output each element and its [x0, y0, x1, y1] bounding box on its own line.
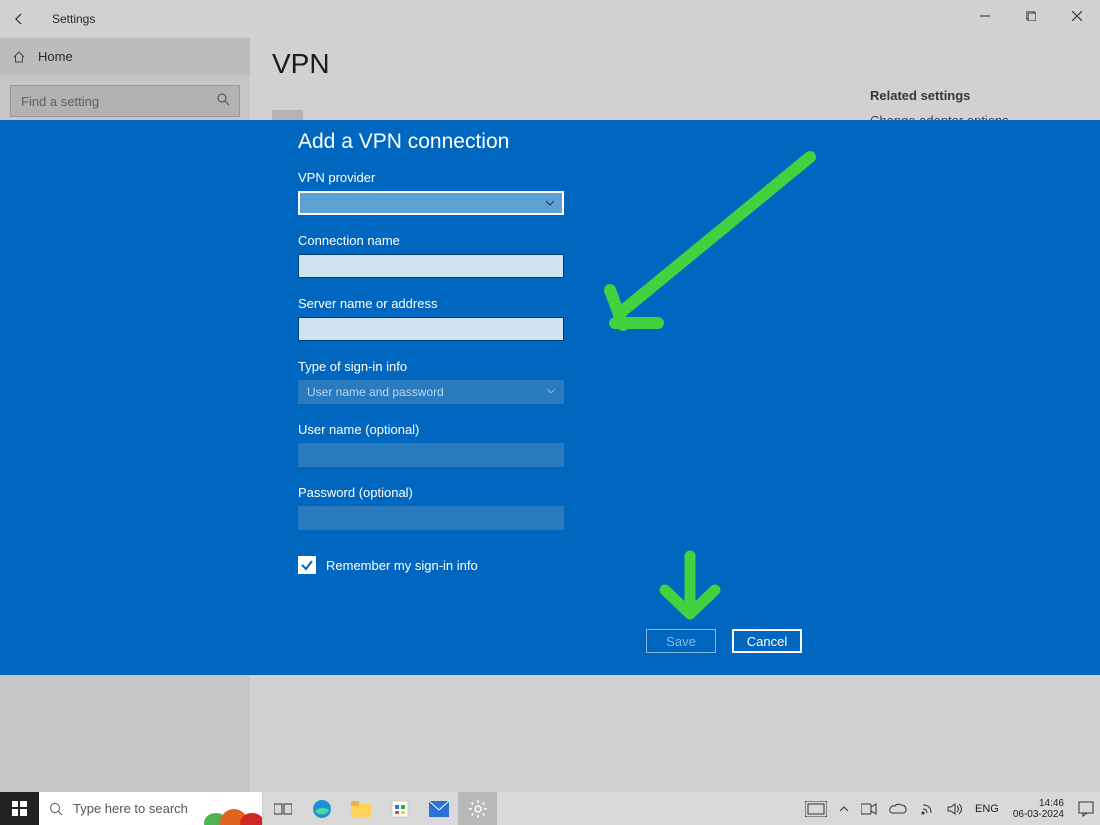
tray-overflow[interactable] — [835, 792, 853, 825]
chevron-down-icon — [545, 385, 557, 397]
taskbar-app-store[interactable] — [380, 792, 419, 825]
tray-language[interactable]: ENG — [971, 792, 1003, 825]
gear-icon — [469, 800, 487, 818]
taskbar-app-settings[interactable] — [458, 792, 497, 825]
label-connection-name: Connection name — [298, 233, 828, 248]
cancel-button[interactable]: Cancel — [732, 629, 802, 653]
system-tray: ENG 14:46 06-03-2024 — [801, 792, 1100, 825]
signin-type-value: User name and password — [307, 385, 444, 399]
add-vpn-dialog: Add a VPN connection VPN provider Connec… — [0, 120, 1100, 675]
tray-clock[interactable]: 14:46 06-03-2024 — [1007, 798, 1070, 820]
input-server[interactable] — [298, 317, 564, 341]
select-signin-type[interactable]: User name and password — [298, 380, 564, 404]
label-password: Password (optional) — [298, 485, 828, 500]
input-connection-name[interactable] — [298, 254, 564, 278]
search-icon — [49, 802, 63, 816]
taskbar-app-edge[interactable] — [302, 792, 341, 825]
search-decoration-image — [204, 795, 262, 825]
label-username: User name (optional) — [298, 422, 828, 437]
label-server: Server name or address — [298, 296, 828, 311]
tray-input-indicator[interactable] — [801, 792, 831, 825]
checkmark-icon — [298, 556, 316, 574]
taskbar-search-placeholder: Type here to search — [73, 801, 188, 816]
checkbox-remember-signin[interactable]: Remember my sign-in info — [298, 556, 828, 574]
label-vpn-provider: VPN provider — [298, 170, 828, 185]
clock-date: 06-03-2024 — [1013, 809, 1064, 820]
tray-action-center[interactable] — [1074, 792, 1098, 825]
start-button[interactable] — [0, 792, 39, 825]
tray-onedrive[interactable] — [885, 792, 911, 825]
clock-time: 14:46 — [1039, 798, 1064, 809]
label-signin-type: Type of sign-in info — [298, 359, 828, 374]
taskbar: Type here to search — [0, 792, 1100, 825]
chevron-down-icon — [544, 197, 556, 209]
taskbar-app-mail[interactable] — [419, 792, 458, 825]
taskbar-search[interactable]: Type here to search — [39, 792, 263, 825]
input-password[interactable] — [298, 506, 564, 530]
dialog-title: Add a VPN connection — [298, 130, 828, 154]
tray-network[interactable] — [915, 792, 939, 825]
taskbar-app-explorer[interactable] — [341, 792, 380, 825]
remember-label: Remember my sign-in info — [326, 558, 478, 573]
save-button[interactable]: Save — [646, 629, 716, 653]
task-view-button[interactable] — [263, 792, 302, 825]
dialog-button-row: Save Cancel — [646, 629, 802, 653]
tray-volume[interactable] — [943, 792, 967, 825]
input-username[interactable] — [298, 443, 564, 467]
tray-meet-now[interactable] — [857, 792, 881, 825]
select-vpn-provider[interactable] — [298, 191, 564, 215]
